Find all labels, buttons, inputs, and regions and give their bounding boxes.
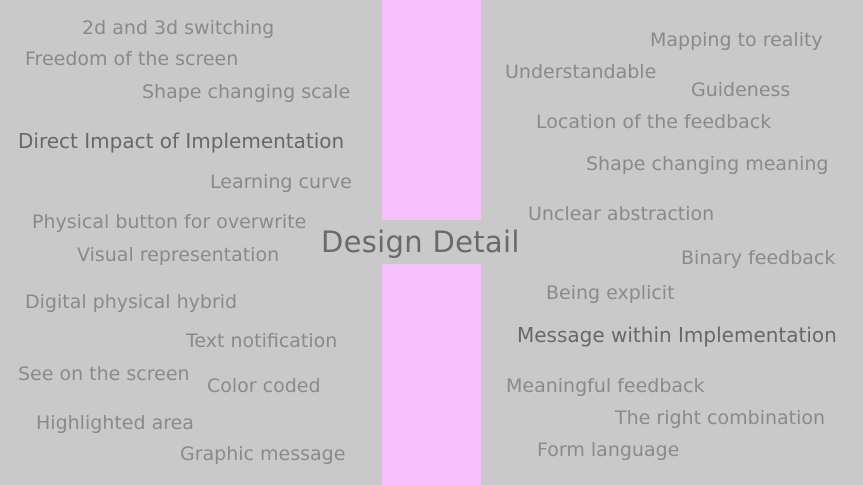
phrase-being-explicit: Being explicit <box>546 282 675 304</box>
phrase-unclear-abstraction: Unclear abstraction <box>528 203 715 225</box>
phrase-message-within-implementation: Message within Implementation <box>517 323 837 347</box>
phrase-understandable: Understandable <box>505 61 657 83</box>
phrase-2d-3d-switching: 2d and 3d switching <box>82 17 275 39</box>
phrase-physical-button: Physical button for overwrite <box>32 211 307 233</box>
phrase-shape-changing-meaning: Shape changing meaning <box>586 153 829 175</box>
phrase-freedom-of-screen: Freedom of the screen <box>25 48 239 70</box>
phrase-form-language: Form language <box>537 439 680 461</box>
diagram-title: Design Detail <box>321 225 520 259</box>
phrase-meaningful-feedback: Meaningful feedback <box>506 375 705 397</box>
phrase-mapping-to-reality: Mapping to reality <box>650 29 823 51</box>
word-cloud-canvas: Design Detail 2d and 3d switching Freedo… <box>0 0 863 485</box>
center-bar-top <box>382 0 481 220</box>
phrase-location-of-feedback: Location of the feedback <box>536 111 772 133</box>
phrase-text-notification: Text notification <box>186 330 338 352</box>
phrase-right-combination: The right combination <box>615 407 826 429</box>
phrase-visual-representation: Visual representation <box>77 244 280 266</box>
phrase-direct-impact: Direct Impact of Implementation <box>18 129 345 153</box>
phrase-graphic-message: Graphic message <box>180 443 346 465</box>
phrase-highlighted-area: Highlighted area <box>36 412 194 434</box>
phrase-guideness: Guideness <box>691 79 791 101</box>
phrase-color-coded: Color coded <box>207 375 321 397</box>
phrase-digital-physical-hybrid: Digital physical hybrid <box>25 291 238 313</box>
phrase-binary-feedback: Binary feedback <box>681 247 836 269</box>
phrase-shape-changing-scale: Shape changing scale <box>142 81 351 103</box>
phrase-learning-curve: Learning curve <box>210 171 352 193</box>
center-bar-bottom <box>382 264 481 485</box>
phrase-see-on-screen: See on the screen <box>18 363 190 385</box>
